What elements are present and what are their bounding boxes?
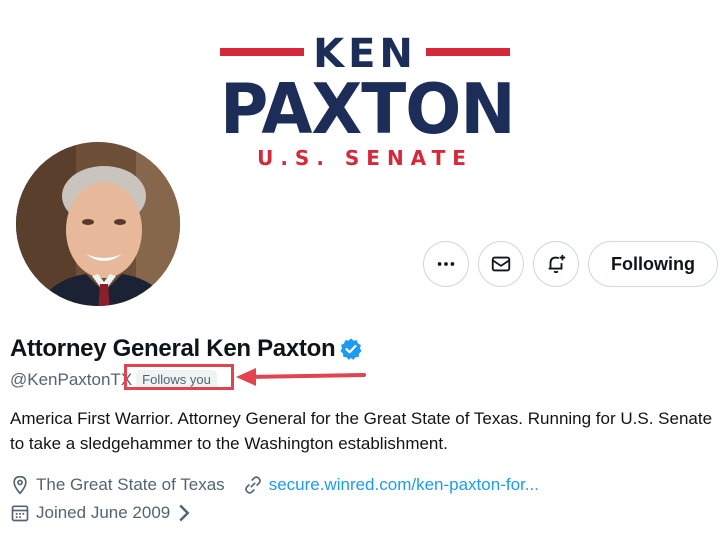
joined-row[interactable]: Joined June 2009 <box>10 502 200 524</box>
profile-photo <box>16 142 180 306</box>
logo-main-text: PAXTON <box>220 69 516 150</box>
profile-meta-row: The Great State of Texas secure.winred.c… <box>10 474 557 496</box>
location-pin-icon <box>13 475 27 495</box>
link-icon <box>244 476 261 494</box>
avatar[interactable] <box>12 138 184 310</box>
notifications-button[interactable] <box>533 241 579 287</box>
campaign-logo: KEN PAXTON U.S. SENATE <box>220 30 516 170</box>
joined-text: Joined June 2009 <box>36 503 171 522</box>
following-button[interactable]: Following <box>588 241 718 287</box>
annotation-highlight-box <box>124 364 234 390</box>
calendar-icon <box>11 505 29 522</box>
website-item[interactable]: secure.winred.com/ken-paxton-for... <box>243 474 539 496</box>
profile-bio: America First Warrior. Attorney General … <box>10 409 713 453</box>
bell-plus-icon <box>548 254 566 274</box>
logo-bottom-text: U.S. SENATE <box>257 146 473 170</box>
message-button[interactable] <box>478 241 524 287</box>
envelope-icon <box>491 256 511 272</box>
more-icon <box>437 262 455 266</box>
profile-name-row: Attorney General Ken Paxton <box>10 334 363 364</box>
location-text: The Great State of Texas <box>36 475 225 494</box>
annotation-arrow-icon <box>236 368 366 386</box>
verified-badge-icon[interactable] <box>339 337 363 361</box>
chevron-right-icon <box>179 504 190 522</box>
more-button[interactable] <box>423 241 469 287</box>
location-item: The Great State of Texas <box>10 474 225 496</box>
profile-handle: @KenPaxtonTX <box>10 370 133 389</box>
website-link[interactable]: secure.winred.com/ken-paxton-for... <box>269 474 539 496</box>
profile-name: Attorney General Ken Paxton <box>10 335 336 362</box>
